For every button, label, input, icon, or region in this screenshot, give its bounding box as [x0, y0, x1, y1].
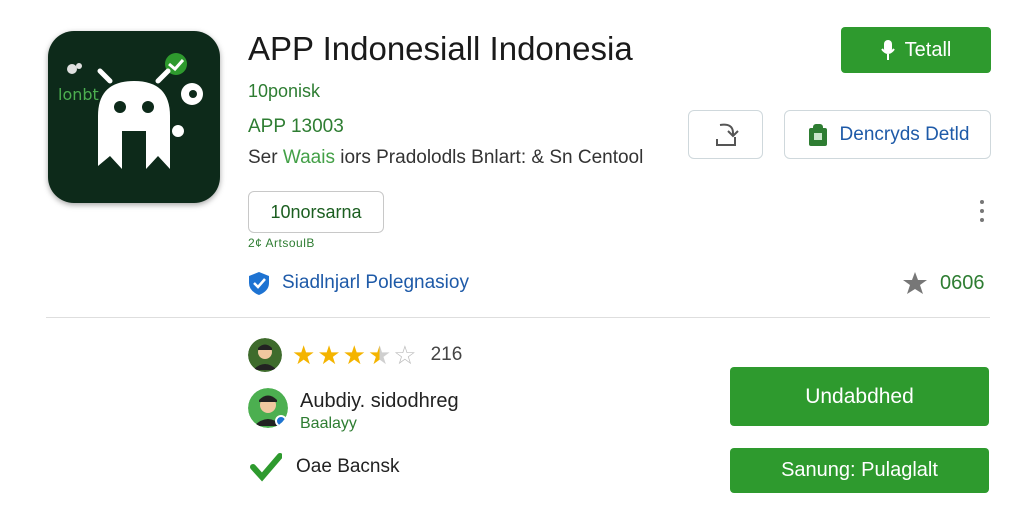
verified-shield-icon [249, 272, 269, 295]
android-icon [67, 53, 203, 169]
checkmark-icon [250, 453, 282, 482]
android-badge-icon [808, 123, 827, 146]
install-button-label: Tetall [904, 38, 952, 61]
author-subtitle: Baalayy [300, 415, 357, 432]
star-icon: ★ [317, 340, 341, 370]
verified-text: Siadlnjarl Polegnasioy [282, 272, 469, 293]
developer-name[interactable]: 10ponisk [248, 81, 320, 102]
more-options-icon[interactable] [977, 200, 987, 222]
section-divider [46, 317, 990, 318]
rating-count: 0606 [902, 270, 985, 296]
microphone-icon [880, 40, 895, 60]
app-icon: lonbt [48, 31, 220, 203]
author-row: Aubdiy. sidodhreg Baalayy [248, 388, 459, 434]
author-avatar [248, 388, 288, 428]
star-icon: ☆ [393, 340, 417, 370]
rating-count-value: 0606 [940, 271, 985, 294]
update-button[interactable]: Undabdhed [730, 367, 989, 426]
reviewer-avatar [248, 338, 282, 372]
check-text: Oae Bacnsk [296, 456, 400, 477]
details-button[interactable]: Dencryds Detld [784, 110, 991, 159]
install-button[interactable]: Tetall [841, 27, 991, 73]
category-chip[interactable]: 10norsarna [248, 191, 384, 233]
details-button-label: Dencryds Detld [839, 123, 970, 145]
app-title: APP Indonesiall Indonesia [248, 30, 633, 67]
star-icon: ★ [292, 340, 316, 370]
star-outline-icon [903, 272, 927, 294]
check-row: Oae Bacnsk [250, 452, 400, 482]
share-icon [715, 123, 739, 146]
star-icon: ★ [342, 340, 366, 370]
review-count: 216 [430, 344, 463, 365]
star-rating: ★ ★ ★ ★ ☆ [292, 342, 417, 368]
star-icon: ★ [367, 340, 392, 370]
chip-note: 2¢ ArtsoulB [248, 236, 315, 250]
verified-row[interactable]: Siadlnjarl Polegnasioy [246, 270, 469, 296]
description-suffix: iors Pradolodls Bnlart: & Sn Centool [334, 147, 644, 168]
app-description: Ser Waais iors Pradolodls Bnlart: & Sn C… [248, 147, 643, 169]
description-prefix: Ser [248, 147, 283, 168]
secondary-green-button[interactable]: Sanung: Pulaglalt [730, 448, 989, 493]
share-button[interactable] [688, 110, 763, 159]
description-highlight: Waais [282, 147, 335, 168]
rating-summary: ★ ★ ★ ★ ☆ 216 [248, 338, 462, 372]
package-line: APP 13003 [248, 116, 344, 137]
author-name: Aubdiy. sidodhreg [300, 390, 459, 412]
